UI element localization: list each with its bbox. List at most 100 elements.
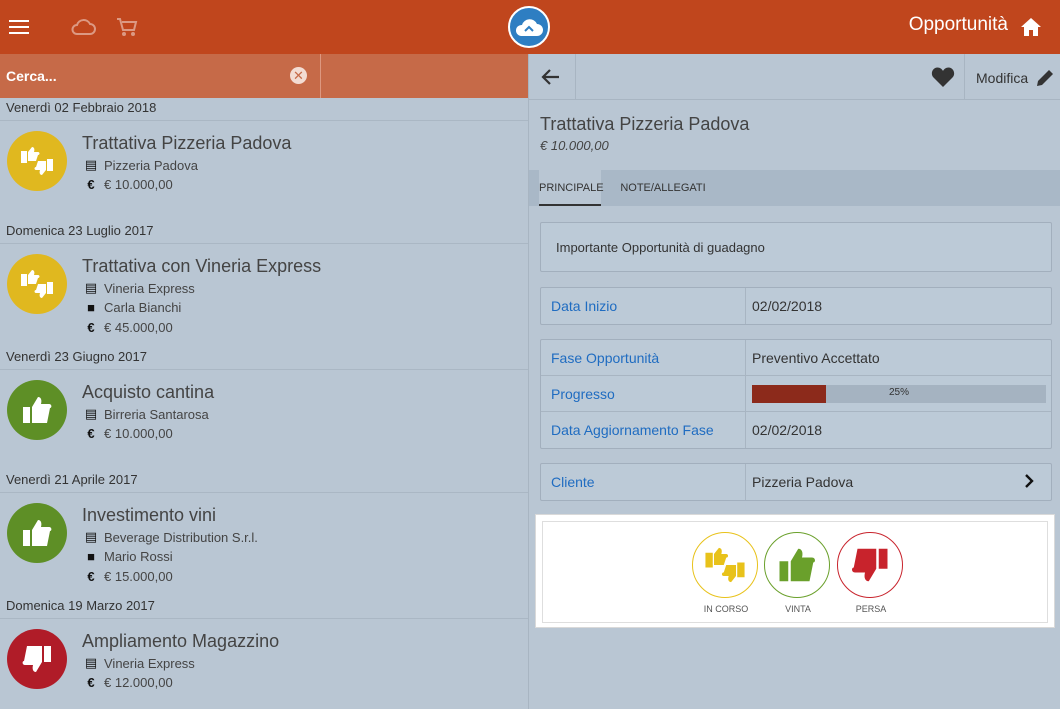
contact-card-icon: ▤: [84, 157, 98, 172]
progress-percent: 25%: [888, 387, 909, 398]
status-persa-button[interactable]: PERSA: [837, 532, 905, 614]
status-selector-inner: IN CORSO VINTA PERSA: [542, 521, 1048, 623]
search-input[interactable]: Cerca... ✕: [0, 54, 321, 98]
euro-icon: €: [87, 675, 95, 690]
divider: [745, 288, 746, 324]
item-amount: € € 45.000,00: [82, 320, 172, 335]
item-amount: € € 12.000,00: [82, 675, 172, 690]
start-date-card: Data Inizio 02/02/2018: [540, 287, 1052, 325]
client-card[interactable]: Cliente Pizzeria Padova: [540, 463, 1052, 501]
item-amount: € € 10.000,00: [82, 177, 172, 192]
euro-icon: €: [87, 320, 95, 335]
opportunity-list: Venerdì 02 Febbraio 2018 Trattativa Pizz…: [0, 98, 528, 709]
divider: [745, 340, 746, 375]
list-item[interactable]: Acquisto cantina ▤ Birreria Santarosa € € …: [0, 369, 528, 470]
list-item[interactable]: Trattativa con Vineria Express ▤ Vineria …: [0, 243, 528, 347]
cloud-icon[interactable]: [68, 12, 98, 42]
contact-card-icon: ▤: [84, 655, 98, 670]
progress-row: Progresso 25%: [541, 376, 1051, 412]
item-title: Trattativa con Vineria Express: [82, 256, 322, 276]
cart-icon[interactable]: [112, 12, 142, 42]
detail-panel: Modifica Trattativa Pizzeria Padova € 10…: [528, 54, 1060, 709]
pencil-icon: [1037, 70, 1054, 86]
divider: [575, 54, 576, 100]
progress-label: Progresso: [551, 386, 615, 402]
vinta-icon: [764, 532, 830, 598]
chevron-right-icon[interactable]: [1021, 472, 1037, 490]
page-title: Opportunità: [908, 14, 1008, 35]
detail-title: Trattativa Pizzeria Padova: [540, 114, 750, 134]
tab-principale[interactable]: PRINCIPALE: [539, 170, 604, 206]
phase-label: Fase Opportunità: [551, 350, 660, 366]
tab-bar: PRINCIPALE NOTE/ALLEGATI: [529, 170, 1060, 206]
search-placeholder: Cerca...: [6, 68, 57, 84]
tab-note-allegati[interactable]: NOTE/ALLEGATI: [611, 170, 715, 206]
description-text: Importante Opportunità di guadagno: [556, 240, 765, 255]
top-bar: Opportunità: [0, 0, 1060, 54]
status-vinta-label: VINTA: [785, 604, 811, 614]
euro-icon: €: [87, 426, 95, 441]
home-icon[interactable]: [1016, 12, 1046, 42]
item-title: Acquisto cantina: [82, 382, 215, 402]
status-persa-label: PERSA: [855, 604, 887, 614]
vinta-status-icon: [7, 380, 67, 440]
phase-update-row: Data Aggiornamento Fase 02/02/2018: [541, 412, 1051, 448]
item-title: Investimento vini: [82, 505, 217, 525]
edit-label: Modifica: [976, 70, 1029, 86]
item-contact: ■ Mario Rossi: [82, 549, 173, 564]
client-row[interactable]: Cliente Pizzeria Padova: [541, 464, 1051, 500]
euro-icon: €: [87, 177, 95, 192]
item-company: ▤ Beverage Distribution S.r.l.: [82, 529, 258, 545]
detail-toolbar: Modifica: [529, 54, 1060, 100]
status-selector: IN CORSO VINTA PERSA: [535, 514, 1055, 628]
menu-icon[interactable]: [4, 12, 34, 42]
briefcase-icon: ■: [87, 300, 95, 315]
item-company: ▤ Vineria Express: [82, 655, 195, 671]
euro-icon: €: [87, 569, 95, 584]
in-corso-status-icon: [7, 131, 67, 191]
item-amount: € € 15.000,00: [82, 569, 172, 584]
item-company: ▤ Vineria Express: [82, 280, 195, 296]
progress-bar: 25%: [752, 385, 1046, 403]
favorite-heart-icon[interactable]: [931, 66, 955, 93]
divider: [745, 464, 746, 500]
vinta-status-icon: [7, 503, 67, 563]
divider: [745, 412, 746, 448]
status-vinta-button[interactable]: VINTA: [764, 532, 832, 614]
start-date-value: 02/02/2018: [752, 298, 823, 314]
list-item[interactable]: Investimento vini ▤ Beverage Distribution…: [0, 492, 528, 596]
divider: [964, 54, 965, 100]
in-corso-icon: [692, 532, 758, 598]
phase-card: Fase Opportunità Preventivo Accettato Pr…: [540, 339, 1052, 449]
date-header: Domenica 23 Luglio 2017: [0, 221, 528, 243]
date-header: Venerdì 23 Giugno 2017: [0, 347, 528, 369]
item-company: ▤ Pizzeria Padova: [82, 157, 198, 173]
search-bar: Cerca... ✕: [0, 54, 528, 98]
list-item[interactable]: Ampliamento Magazzino ▤ Vineria Express €…: [0, 618, 528, 709]
detail-amount: € 10.000,00: [540, 138, 609, 153]
item-title: Ampliamento Magazzino: [82, 631, 280, 651]
start-date-label: Data Inizio: [551, 298, 618, 314]
divider: [745, 376, 746, 411]
edit-button[interactable]: Modifica: [976, 68, 1055, 88]
date-header: Venerdì 02 Febbraio 2018: [0, 98, 528, 120]
item-contact: ■ Carla Bianchi: [82, 300, 181, 315]
clear-search-icon[interactable]: ✕: [290, 67, 307, 84]
contact-card-icon: ▤: [84, 280, 98, 295]
start-date-row: Data Inizio 02/02/2018: [541, 288, 1051, 324]
back-arrow-icon[interactable]: [539, 65, 563, 89]
contact-card-icon: ▤: [84, 406, 98, 421]
briefcase-icon: ■: [87, 549, 95, 564]
in-corso-status-icon: [7, 254, 67, 314]
phase-row: Fase Opportunità Preventivo Accettato: [541, 340, 1051, 376]
status-in-corso-label: IN CORSO: [703, 604, 749, 614]
date-header: Domenica 19 Marzo 2017: [0, 596, 528, 618]
phase-update-label: Data Aggiornamento Fase: [551, 422, 714, 438]
description-card: Importante Opportunità di guadagno: [540, 222, 1052, 272]
status-in-corso-button[interactable]: IN CORSO: [692, 532, 760, 614]
date-header: Venerdì 21 Aprile 2017: [0, 470, 528, 492]
list-item[interactable]: Trattativa Pizzeria Padova ▤ Pizzeria Pad…: [0, 120, 528, 221]
contact-card-icon: ▤: [84, 529, 98, 544]
app-logo[interactable]: [508, 6, 550, 48]
client-value: Pizzeria Padova: [752, 474, 854, 490]
